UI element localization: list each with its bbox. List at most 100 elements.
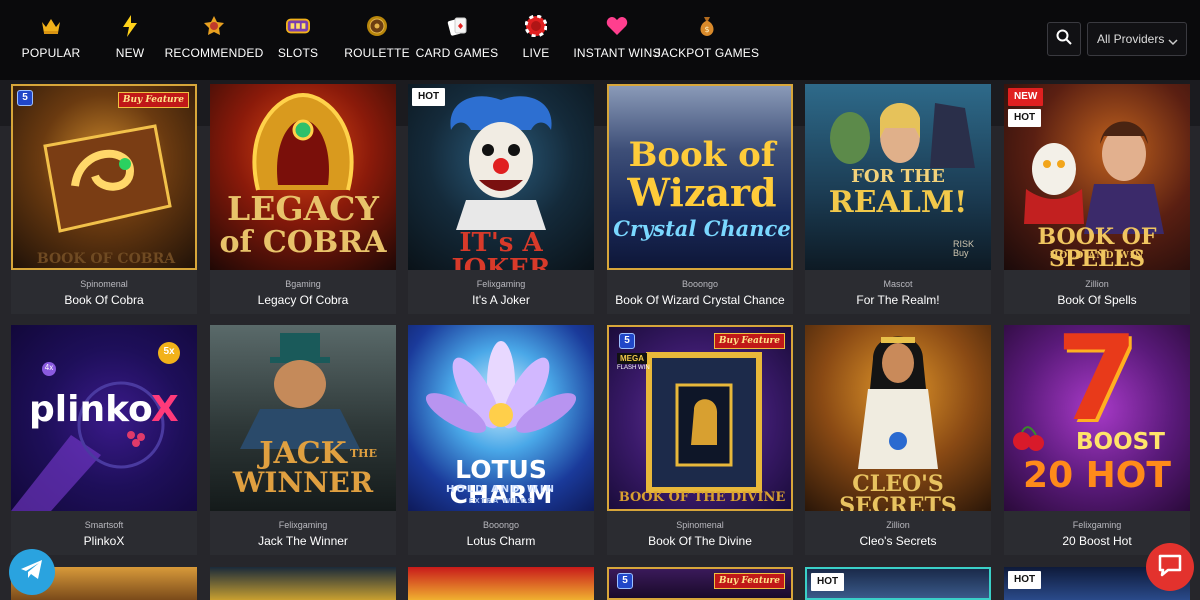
game-card-its-a-joker[interactable]: HOT IT's A JOKER Felixgaming It's A Joke…: [408, 84, 594, 314]
nav-label: CARD GAMES: [415, 46, 499, 60]
game-card-jack-the-winner[interactable]: JACK THE WINNER Felixgaming Jack The Win…: [210, 325, 396, 555]
game-thumbnail: FOR THE REALM! RISK Buy: [805, 84, 991, 270]
game-thumbnail: 5x 4x plinko X: [11, 325, 197, 511]
game-thumbnail: JACK THE WINNER: [210, 325, 396, 511]
game-meta: Zillion Cleo's Secrets: [805, 511, 991, 555]
slot-machine-icon: [286, 14, 310, 38]
game-provider: Spinomenal: [676, 520, 724, 530]
nav-item-roulette[interactable]: ROULETTE: [344, 14, 410, 66]
game-thumbnail: 5 Buy Feature BOOK OF COBRA: [11, 84, 197, 270]
nav-item-jackpot-games[interactable]: $ JACKPOT GAMES: [655, 14, 759, 66]
game-art-seven: 7: [1055, 325, 1139, 447]
game-card-row3-3[interactable]: [408, 567, 594, 600]
heart-icon: [605, 14, 629, 38]
game-thumbnail: LOTUS CHARM HOLD AND WIN EXTRA WILDS: [408, 325, 594, 511]
nav-item-card-games[interactable]: CARD GAMES: [416, 14, 498, 66]
nav-label: JACKPOT GAMES: [654, 46, 760, 60]
search-button[interactable]: [1047, 22, 1081, 56]
risk-buy-label: RISK Buy: [953, 239, 975, 258]
game-art-boost: BOOST: [1076, 429, 1165, 455]
game-card-row3-2[interactable]: [210, 567, 396, 600]
game-meta: Smartsoft PlinkoX: [11, 511, 197, 555]
chip-icon: [524, 14, 548, 38]
game-card-20-boost-hot[interactable]: 7 BOOST 20 HOT Felixgaming 20 Boost Hot: [1004, 325, 1190, 555]
game-card-legacy-of-cobra[interactable]: LEGACY of COBRA Bgaming Legacy Of Cobra: [210, 84, 396, 314]
game-art-title: 20 HOT: [1023, 455, 1171, 496]
money-bag-icon: $: [695, 14, 719, 38]
game-art-title: IT's A JOKER: [451, 228, 551, 270]
game-thumbnail: LEGACY of COBRA: [210, 84, 396, 270]
nav-label: SLOTS: [277, 46, 319, 60]
game-meta: Booongo Book Of Wizard Crystal Chance: [607, 270, 793, 314]
game-art-subtitle: HOLD AND WIN: [445, 484, 557, 495]
game-meta: Spinomenal Book Of The Divine: [607, 511, 793, 555]
game-card-cleos-secrets[interactable]: CLEO'S SECRETS Zillion Cleo's Secrets: [805, 325, 991, 555]
game-art-subtitle: HOLD AND WIN: [1049, 251, 1145, 261]
nav-label: POPULAR: [21, 46, 81, 60]
nav-item-instant-wins[interactable]: INSTANT WINS: [573, 14, 660, 66]
game-provider: Bgaming: [285, 279, 321, 289]
game-name: Cleo's Secrets: [859, 534, 937, 548]
game-art-title: BOOK OF SPELLS: [1037, 224, 1157, 270]
provider-logo-badge: 5: [617, 573, 633, 589]
game-name: Book Of Cobra: [64, 293, 144, 307]
game-meta: Booongo Lotus Charm: [408, 511, 594, 555]
provider-select-value: All Providers: [1097, 32, 1165, 46]
game-provider: Felixgaming: [1072, 520, 1122, 530]
chevron-down-icon: [1168, 34, 1178, 52]
game-card-for-the-realm[interactable]: FOR THE REALM! RISK Buy Mascot For The R…: [805, 84, 991, 314]
game-card-row3-4[interactable]: 5 Buy Feature: [607, 567, 793, 600]
mega-badge: MEGA: [617, 353, 647, 364]
multiplier-4x: 4x: [44, 363, 54, 372]
game-art-title: BOOK OF THE DIVINE: [618, 490, 786, 505]
game-art-title: BOOK OF COBRA: [36, 251, 176, 267]
game-art-subtitle: of COBRA: [219, 225, 387, 260]
nav-item-new[interactable]: NEW: [116, 14, 144, 66]
nav-label: INSTANT WINS: [573, 46, 661, 60]
game-thumbnail: Book of Wizard Crystal Chance: [607, 84, 793, 270]
game-meta: Felixgaming Jack The Winner: [210, 511, 396, 555]
telegram-button[interactable]: [9, 549, 55, 595]
hot-badge: HOT: [1008, 571, 1042, 589]
game-provider: Felixgaming: [476, 279, 526, 289]
game-thumbnail: 5 Buy Feature: [607, 567, 793, 600]
game-provider: Booongo: [482, 520, 520, 530]
game-card-plinkox[interactable]: 5x 4x plinko X Smartsoft PlinkoX: [11, 325, 197, 555]
game-name: Book Of The Divine: [648, 534, 752, 548]
buy-feature-badge: Buy Feature: [713, 573, 785, 589]
game-name: For The Realm!: [856, 293, 940, 307]
game-thumbnail: CLEO'S SECRETS: [805, 325, 991, 511]
medal-icon: [202, 14, 226, 38]
game-card-book-of-wizard[interactable]: Book of Wizard Crystal Chance Booongo Bo…: [607, 84, 793, 314]
telegram-icon: [20, 559, 44, 586]
flash-win-label: FLASH WIN: [617, 365, 650, 371]
nav-item-recommended[interactable]: RECOMMENDED: [165, 14, 263, 66]
game-art-title: plinko: [29, 389, 153, 430]
game-name: Book Of Spells: [1057, 293, 1137, 307]
game-provider: Spinomenal: [80, 279, 128, 289]
game-card-lotus-charm[interactable]: LOTUS CHARM HOLD AND WIN EXTRA WILDS Boo…: [408, 325, 594, 555]
game-meta: Felixgaming It's A Joker: [408, 270, 594, 314]
nav-label: NEW: [115, 46, 145, 60]
buy-feature-badge: Buy Feature: [713, 333, 785, 349]
game-card-book-of-spells[interactable]: NEW HOT BOOK OF SPELLS HOLD AND WIN Zill…: [1004, 84, 1190, 314]
buy-feature-badge: Buy Feature: [117, 92, 189, 108]
nav-item-slots[interactable]: SLOTS: [278, 14, 318, 66]
game-name: Lotus Charm: [466, 534, 536, 548]
top-navigation-bar: POPULAR NEW RECOMMENDED SLOTS ROULETTE C…: [0, 0, 1200, 80]
game-art-title-2: Wizard: [627, 170, 777, 215]
game-name: It's A Joker: [472, 293, 530, 307]
game-thumbnail: [408, 567, 594, 600]
game-thumbnail: HOT IT's A JOKER: [408, 84, 594, 270]
game-name: Jack The Winner: [258, 534, 348, 548]
game-provider: Booongo: [681, 279, 719, 289]
game-card-row3-5[interactable]: HOT: [805, 567, 991, 600]
game-card-book-of-the-divine[interactable]: 5 MEGA FLASH WIN Buy Feature BOOK OF THE…: [607, 325, 793, 555]
nav-item-popular[interactable]: POPULAR: [22, 14, 80, 66]
lightning-icon: [118, 14, 142, 38]
cards-icon: [445, 14, 469, 38]
nav-item-live[interactable]: LIVE: [523, 14, 549, 66]
game-card-book-of-cobra[interactable]: 5 Buy Feature BOOK OF COBRA Spinomenal B…: [11, 84, 197, 314]
provider-select[interactable]: All Providers: [1087, 22, 1187, 56]
live-chat-button[interactable]: [1146, 543, 1194, 591]
